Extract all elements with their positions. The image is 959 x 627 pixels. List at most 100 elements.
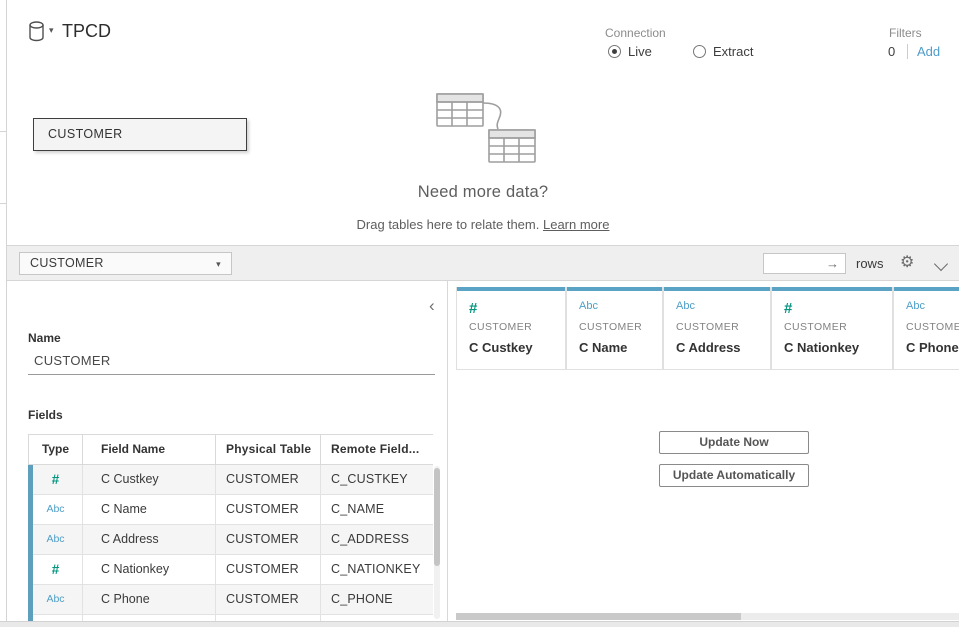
field-name-cell: C Nationkey — [83, 555, 216, 584]
number-type-icon: # — [29, 465, 83, 494]
radio-live[interactable] — [608, 45, 621, 58]
string-type-icon: Abc — [676, 300, 695, 312]
grid-column-header[interactable]: Abc CUSTOMER C Phone — [893, 287, 959, 370]
grid-horizontal-scrollbar-thumb[interactable] — [456, 613, 741, 620]
column-accent-bar — [772, 287, 892, 291]
collapse-panel-icon[interactable]: ‹ — [429, 296, 435, 316]
database-menu-caret-icon[interactable]: ▾ — [49, 25, 54, 36]
empty-state-subtitle: Drag tables here to relate them. Learn m… — [7, 217, 959, 232]
filters-add-link[interactable]: Add — [917, 44, 940, 59]
related-tables-graphic-icon — [427, 92, 545, 171]
filters-count: 0 — [888, 44, 895, 59]
selection-strip — [28, 465, 33, 621]
remote-field-cell: C_PHONE — [321, 585, 433, 614]
field-name-cell: C Custkey — [83, 465, 216, 494]
chevron-down-icon[interactable] — [934, 257, 948, 271]
column-accent-bar — [457, 287, 565, 291]
connection-label: Connection — [605, 26, 666, 40]
empty-state-hint: Drag tables here to relate them. — [357, 217, 540, 232]
table-row[interactable]: Abc C Phone CUSTOMER C_PHONE — [29, 585, 433, 615]
grid-column-table: CUSTOMER — [676, 321, 739, 333]
filters-divider — [907, 44, 908, 59]
physical-table-cell: CUSTOMER — [216, 555, 321, 584]
string-type-icon: Abc — [579, 300, 598, 312]
number-type-icon: # — [784, 300, 792, 317]
table-row[interactable]: Abc C Name CUSTOMER C_NAME — [29, 495, 433, 525]
string-type-icon: Abc — [29, 495, 83, 524]
table-row[interactable]: # C Nationkey CUSTOMER C_NATIONKEY — [29, 555, 433, 585]
filters-label: Filters — [889, 26, 922, 40]
learn-more-link[interactable]: Learn more — [543, 217, 609, 232]
grid-column-name: C Nationkey — [784, 340, 859, 355]
grid-column-header[interactable]: # CUSTOMER C Custkey — [456, 287, 566, 370]
grid-column-name: C Address — [676, 340, 741, 355]
radio-live-label[interactable]: Live — [628, 44, 652, 59]
rows-count-input[interactable] — [768, 255, 832, 274]
string-type-icon: Abc — [29, 525, 83, 554]
rail-divider — [0, 203, 6, 204]
grid-column-table: CUSTOMER — [906, 321, 959, 333]
remote-field-cell: C_NAME — [321, 495, 433, 524]
apply-rows-arrow-icon[interactable]: → — [826, 256, 839, 271]
table-details-section: ‹ Name CUSTOMER Fields Type Field Name P… — [7, 281, 959, 621]
empty-state-title: Need more data? — [7, 183, 959, 202]
remote-field-cell: C_CUSTKEY — [321, 465, 433, 494]
table-row[interactable]: # C Custkey CUSTOMER C_CUSTKEY — [29, 465, 433, 495]
database-icon[interactable] — [28, 21, 45, 47]
column-header-type: Type — [29, 435, 83, 464]
table-select-value: CUSTOMER — [30, 256, 104, 270]
number-type-icon: # — [29, 555, 83, 584]
grid-column-header[interactable]: Abc CUSTOMER C Address — [663, 287, 771, 370]
table-row[interactable]: Abc C Address CUSTOMER C_ADDRESS — [29, 525, 433, 555]
name-label: Name — [28, 331, 61, 345]
column-header-remote-field: Remote Field... — [321, 435, 433, 464]
column-header-physical-table: Physical Table — [216, 435, 321, 464]
field-name-cell: C Phone — [83, 585, 216, 614]
column-accent-bar — [894, 287, 959, 291]
gear-icon[interactable]: ⚙ — [900, 252, 914, 272]
physical-table-cell: CUSTOMER — [216, 525, 321, 554]
grid-column-name: C Phone — [906, 340, 959, 355]
datasource-canvas-section: ▾ TPCD Connection Live Extract Filters 0… — [7, 0, 959, 245]
column-header-field-name: Field Name — [83, 435, 216, 464]
string-type-icon: Abc — [906, 300, 925, 312]
radio-extract-label[interactable]: Extract — [713, 44, 753, 59]
physical-table-cell: CUSTOMER — [216, 585, 321, 614]
canvas-table-chip[interactable]: CUSTOMER — [33, 118, 247, 151]
datasource-title[interactable]: TPCD — [62, 21, 111, 42]
remote-field-cell: C_ADDRESS — [321, 525, 433, 554]
rail-divider — [0, 131, 6, 132]
grid-column-table: CUSTOMER — [469, 321, 532, 333]
name-input-underline — [28, 374, 435, 375]
fields-vertical-scrollbar[interactable] — [434, 466, 440, 619]
remote-field-cell: C_NATIONKEY — [321, 555, 433, 584]
update-automatically-button[interactable]: Update Automatically — [659, 464, 809, 487]
collapsed-sidebar-rail[interactable] — [0, 0, 7, 621]
update-now-button[interactable]: Update Now — [659, 431, 809, 454]
string-type-icon: Abc — [29, 585, 83, 614]
physical-table-cell: CUSTOMER — [216, 495, 321, 524]
field-name-cell: C Address — [83, 525, 216, 554]
grid-column-name: C Name — [579, 340, 627, 355]
rows-count-field[interactable]: → — [763, 253, 846, 274]
grid-column-table: CUSTOMER — [579, 321, 642, 333]
rows-label: rows — [856, 256, 883, 271]
column-accent-bar — [664, 287, 770, 291]
logical-table-toolbar: CUSTOMER ▾ → rows ⚙ — [7, 245, 959, 281]
name-input[interactable]: CUSTOMER — [34, 353, 111, 368]
grid-column-table: CUSTOMER — [784, 321, 847, 333]
scrollbar-thumb[interactable] — [434, 468, 440, 566]
grid-horizontal-scrollbar-track[interactable] — [741, 613, 959, 620]
radio-extract[interactable] — [693, 45, 706, 58]
grid-column-header[interactable]: Abc CUSTOMER C Name — [566, 287, 663, 370]
fields-table-header-row: Type Field Name Physical Table Remote Fi… — [29, 435, 433, 465]
number-type-icon: # — [469, 300, 477, 317]
table-select-dropdown[interactable]: CUSTOMER ▾ — [19, 252, 232, 275]
column-accent-bar — [567, 287, 662, 291]
grid-column-name: C Custkey — [469, 340, 533, 355]
field-name-cell: C Name — [83, 495, 216, 524]
grid-column-header[interactable]: # CUSTOMER C Nationkey — [771, 287, 893, 370]
field-details-panel: ‹ Name CUSTOMER Fields Type Field Name P… — [7, 281, 448, 621]
window-bottom-strip — [0, 621, 959, 627]
physical-table-cell: CUSTOMER — [216, 465, 321, 494]
